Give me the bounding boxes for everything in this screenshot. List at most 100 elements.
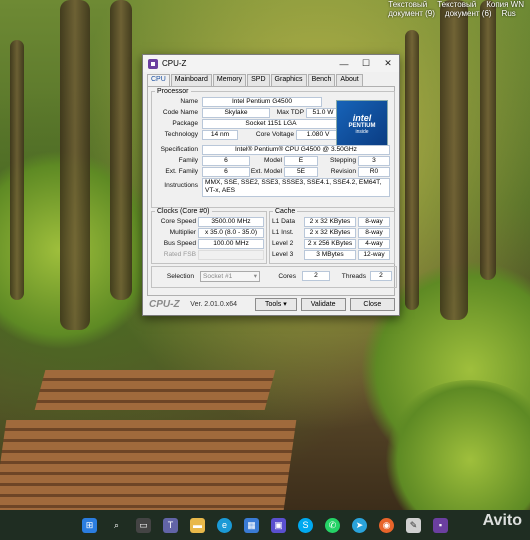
instructions-label: Instructions — [164, 182, 198, 189]
cpuz-icon[interactable]: ▪ — [433, 517, 448, 533]
extfamily-label: Ext. Family — [165, 168, 198, 175]
technology-value: 14 nm — [202, 130, 238, 140]
extfamily-value: 6 — [202, 167, 250, 177]
close-button[interactable]: Close — [349, 297, 395, 311]
chevron-down-icon: ▾ — [253, 273, 257, 280]
package-value: Socket 1151 LGA — [202, 119, 340, 129]
cache-way-l2: 4-way — [358, 239, 390, 249]
tools-button[interactable]: Tools ▾ — [255, 297, 297, 311]
search-icon[interactable]: ⌕ — [109, 518, 124, 533]
minimize-button[interactable]: — — [333, 59, 355, 69]
save-icon[interactable]: ▣ — [271, 517, 286, 533]
tab-about[interactable]: About — [336, 74, 363, 86]
codename-label: Code Name — [162, 109, 198, 116]
store-icon[interactable]: ▦ — [244, 517, 259, 533]
cpuz-app-icon — [148, 58, 158, 69]
maximize-button[interactable]: ☐ — [355, 58, 377, 69]
cache-size-l1inst: 2 x 32 KBytes — [304, 228, 356, 238]
selection-group: Selection Socket #1 ▾ Cores 2 Threads 2 — [151, 266, 397, 288]
instructions-value: MMX, SSE, SSE2, SSE3, SSSE3, SSE4.1, SSE… — [202, 178, 390, 197]
threads-value: 2 — [370, 271, 392, 281]
multiplier-label: Multiplier — [169, 229, 196, 236]
cache-size-l2: 2 x 256 KBytes — [304, 239, 356, 249]
ratedfsb-label: Rated FSB — [163, 251, 196, 258]
windows-start-icon[interactable]: ⊞ — [82, 517, 97, 533]
clocks-legend: Clocks (Core #0) — [157, 208, 210, 215]
specification-value: Intel® Pentium® CPU G4500 @ 3.50GHz — [202, 145, 390, 155]
corespeed-label: Core Speed — [160, 218, 196, 225]
tab-graphics[interactable]: Graphics — [270, 74, 307, 86]
ratedfsb-value — [198, 250, 264, 260]
task-view-icon[interactable]: ▭ — [136, 517, 151, 533]
threads-label: Threads — [341, 273, 366, 280]
extmodel-label: Ext. Model — [250, 168, 282, 175]
cpuz-window: CPU-Z — ☐ ✕ CPU Mainboard Memory SPD Gra… — [142, 54, 400, 316]
cache-label-l2: Level 2 — [272, 240, 294, 247]
stepping-label: Stepping — [329, 157, 356, 164]
busspeed-value: 100.00 MHz — [198, 239, 264, 249]
name-value: Intel Pentium G4500 — [202, 97, 322, 107]
cache-label-l1inst: L1 Inst. — [272, 229, 294, 236]
name-label: Name — [180, 98, 198, 105]
file-explorer-icon[interactable]: ▬ — [190, 517, 205, 533]
multiplier-value: x 35.0 (8.0 - 35.0) — [198, 228, 264, 238]
footer-bar: CPU-Z Ver. 2.01.0.x64 Tools ▾ Validate C… — [147, 297, 395, 311]
cache-label-l1data: L1 Data — [272, 218, 296, 225]
cache-way-l1inst: 8-way — [358, 228, 390, 238]
cache-group: Cache L1 Data 2 x 32 KBytes 8-way L1 Ins… — [269, 208, 395, 264]
corevoltage-value: 1.080 V — [296, 130, 340, 140]
firefox-icon[interactable]: ◉ — [379, 517, 394, 533]
revision-value: R0 — [358, 167, 390, 177]
close-window-button[interactable]: ✕ — [377, 58, 399, 69]
stepping-value: 3 — [358, 156, 390, 166]
intel-pentium-logo: intel PENTIUM inside — [336, 100, 388, 147]
version-label: Ver. 2.01.0.x64 — [190, 300, 237, 308]
avito-watermark: Avito — [482, 512, 522, 529]
cache-size-l3: 3 MBytes — [304, 250, 356, 260]
busspeed-label: Bus Speed — [163, 240, 196, 247]
model-value: E — [284, 156, 318, 166]
processor-legend: Processor — [157, 88, 189, 95]
revision-label: Revision — [330, 168, 356, 175]
processor-group: Processor Name Intel Pentium G4500 Code … — [151, 88, 395, 208]
tab-spd[interactable]: SPD — [247, 74, 270, 86]
skype-icon[interactable]: S — [298, 517, 313, 533]
extmodel-value: 5E — [284, 167, 318, 177]
window-title: CPU-Z — [162, 59, 187, 68]
cache-label-l3: Level 3 — [272, 251, 294, 258]
cpuz-brand: CPU-Z — [149, 298, 180, 310]
teams-icon[interactable]: T — [163, 517, 178, 533]
validate-button[interactable]: Validate — [300, 297, 346, 311]
cache-way-l1data: 8-way — [358, 217, 390, 227]
cache-size-l1data: 2 x 32 KBytes — [304, 217, 356, 227]
family-label: Family — [178, 157, 198, 164]
clocks-group: Clocks (Core #0) Core Speed 3500.00 MHz … — [151, 208, 267, 264]
selection-label: Selection — [166, 273, 194, 280]
corevoltage-label: Core Voltage — [255, 131, 294, 138]
model-label: Model — [264, 157, 282, 164]
tab-bar: CPU Mainboard Memory SPD Graphics Bench … — [143, 72, 399, 87]
cores-value: 2 — [302, 271, 330, 281]
title-bar[interactable]: CPU-Z — ☐ ✕ — [143, 55, 399, 72]
whatsapp-icon[interactable]: ✆ — [325, 517, 340, 533]
cache-way-l3: 12-way — [358, 250, 390, 260]
paint-icon[interactable]: ✎ — [406, 517, 421, 533]
package-label: Package — [172, 120, 198, 127]
telegram-icon[interactable]: ➤ — [352, 517, 367, 533]
corespeed-value: 3500.00 MHz — [198, 217, 264, 227]
family-value: 6 — [202, 156, 250, 166]
desktop-file-labels[interactable]: Текстовый Текстовый Копия WN документ (9) д… — [378, 0, 524, 18]
cores-label: Cores — [278, 273, 296, 280]
maxtdp-value: 51.0 W — [306, 108, 340, 118]
tab-bench[interactable]: Bench — [307, 74, 336, 86]
socket-select[interactable]: Socket #1 ▾ — [200, 271, 260, 282]
edge-icon[interactable]: e — [217, 517, 232, 533]
cpu-tab-panel: Processor Name Intel Pentium G4500 Code … — [147, 86, 397, 296]
taskbar: ⊞ ⌕ ▭ T ▬ e ▦ ▣ S ✆ ➤ ◉ ✎ ▪ — [0, 510, 530, 540]
tab-mainboard[interactable]: Mainboard — [170, 74, 212, 86]
tab-memory[interactable]: Memory — [212, 74, 247, 86]
cache-legend: Cache — [275, 208, 296, 215]
codename-value: Skylake — [202, 108, 270, 118]
specification-label: Specification — [160, 146, 198, 153]
technology-label: Technology — [164, 131, 198, 138]
